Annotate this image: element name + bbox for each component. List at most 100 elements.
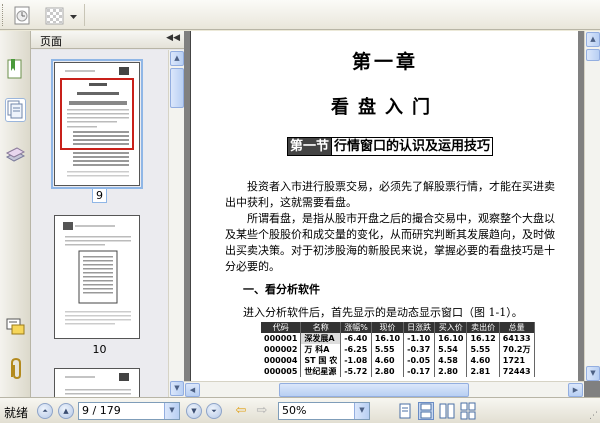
table-header: 现价 bbox=[371, 322, 405, 333]
bookmarks-icon bbox=[7, 59, 22, 79]
attachments-icon bbox=[11, 357, 21, 380]
subsection-heading: 一、看分析软件 bbox=[243, 283, 320, 296]
table-cell: 70.2万 bbox=[499, 344, 535, 355]
forward-button[interactable]: ⇨ bbox=[253, 403, 271, 419]
first-page-button[interactable]: ⏶ bbox=[37, 403, 53, 419]
continuous-view-button[interactable] bbox=[418, 402, 434, 420]
table-row: 000005 世纪星源 -5.72 2.80 -0.17 2.80 2.81 7… bbox=[261, 366, 535, 377]
table-cell: 64133 bbox=[499, 333, 535, 344]
table-cell: 2.80 bbox=[434, 366, 468, 377]
pages-panel-title: 页面 bbox=[40, 35, 62, 48]
scroll-down-icon[interactable]: ▼ bbox=[586, 366, 600, 381]
table-header: 代码 bbox=[261, 322, 302, 333]
table-cell: -6.40 bbox=[340, 333, 372, 344]
status-bar: 就绪 ⏶ ▲ 9 / 179 ▼ ▼ ⏷ ⇦ ⇨ 50% ▼ ⋰ bbox=[0, 397, 600, 423]
bookmarks-tab[interactable] bbox=[5, 58, 26, 82]
thumbnail-page-number: 10 bbox=[92, 343, 107, 356]
page-11-preview bbox=[65, 373, 131, 395]
page-dropdown-icon[interactable]: ▼ bbox=[164, 403, 179, 419]
table-cell: 1721 bbox=[499, 355, 535, 366]
paragraph-2: 所谓看盘，是指从股市开盘之后的撮合交易中，观察整个大盘以及某些个股股价和成交量的… bbox=[225, 212, 555, 273]
pages-tab[interactable] bbox=[5, 98, 26, 122]
continuous-view-icon bbox=[420, 403, 432, 419]
pages-panel: 页面 ◀◀ 9 10 ▲ ▼ bbox=[31, 31, 184, 397]
table-cell: 000001 bbox=[261, 333, 302, 344]
back-icon: ⇦ bbox=[235, 403, 247, 418]
comments-icon bbox=[6, 318, 25, 335]
table-cell: 4.58 bbox=[434, 355, 468, 366]
chapter-heading: 看盘入门 bbox=[331, 97, 439, 118]
scrollbar-thumb[interactable] bbox=[586, 49, 600, 61]
grid-button[interactable] bbox=[41, 3, 67, 27]
table-header-row: 代码 名称 涨幅% 现价 日涨跌 买入价 卖出价 总量 bbox=[261, 322, 535, 333]
back-button[interactable]: ⇦ bbox=[232, 403, 250, 419]
table-cell: 000005 bbox=[261, 366, 302, 377]
thumbnail-page-11[interactable] bbox=[54, 368, 140, 397]
table-row: 000001 深发展A -6.40 16.10 -1.10 16.10 16.1… bbox=[261, 333, 535, 344]
table-cell: -5.72 bbox=[340, 366, 372, 377]
document-vertical-scrollbar[interactable]: ▲ ▼ bbox=[584, 31, 600, 381]
thumbnail-page-10[interactable] bbox=[54, 215, 140, 339]
grid-dropdown[interactable] bbox=[67, 3, 79, 27]
zoom-field[interactable]: 50% ▼ bbox=[278, 402, 370, 420]
facing-view-button[interactable] bbox=[439, 402, 455, 420]
thumbnail-page-number: 9 bbox=[92, 188, 107, 203]
resize-grip-icon[interactable]: ⋰ bbox=[589, 411, 598, 421]
scroll-up-icon[interactable]: ▲ bbox=[170, 51, 184, 66]
scrollbar-thumb[interactable] bbox=[170, 68, 184, 108]
first-page-icon: ⏶ bbox=[42, 407, 48, 415]
collapse-panel-icon[interactable]: ◀◀ bbox=[166, 33, 180, 43]
scroll-up-icon[interactable]: ▲ bbox=[586, 32, 600, 47]
zoom-dropdown-icon[interactable]: ▼ bbox=[354, 403, 369, 419]
scroll-down-icon[interactable]: ▼ bbox=[170, 381, 184, 396]
last-page-button[interactable]: ⏷ bbox=[206, 403, 222, 419]
table-cell: -0.05 bbox=[403, 355, 436, 366]
status-text: 就绪 bbox=[4, 406, 29, 420]
table-cell: 2.80 bbox=[371, 366, 405, 377]
previous-page-button[interactable]: ▲ bbox=[58, 403, 74, 419]
section-title: 第一节 行情窗口的认识及运用技巧 bbox=[287, 135, 494, 156]
next-page-icon: ▼ bbox=[191, 407, 197, 415]
table-cell: 000004 bbox=[261, 355, 302, 366]
document-horizontal-scrollbar[interactable]: ◀ ▶ bbox=[184, 381, 584, 397]
layers-icon bbox=[5, 147, 26, 162]
thumbnail-label-9: 9 bbox=[31, 188, 168, 203]
table-header: 总量 bbox=[499, 322, 535, 333]
thumbnail-list: 9 10 bbox=[31, 50, 168, 397]
pages-icon bbox=[7, 100, 23, 119]
table-cell: 72443 bbox=[499, 366, 535, 377]
zoom-value: 50% bbox=[282, 404, 307, 417]
table-row: 000002 万 科A -6.25 5.55 -0.37 5.54 5.55 7… bbox=[261, 344, 535, 355]
table-cell: -0.17 bbox=[403, 366, 436, 377]
next-page-button[interactable]: ▼ bbox=[186, 403, 202, 419]
pages-panel-header: 页面 ◀◀ bbox=[31, 31, 184, 49]
section-text: 行情窗口的认识及运用技巧 bbox=[332, 137, 494, 156]
table-header: 名称 bbox=[300, 322, 342, 333]
scrollbar-thumb[interactable] bbox=[279, 383, 469, 397]
continuous-facing-view-button[interactable] bbox=[460, 402, 476, 420]
table-cell: -6.25 bbox=[340, 344, 372, 355]
page-number-value: 9 / 179 bbox=[82, 404, 121, 417]
comments-tab[interactable] bbox=[5, 316, 26, 340]
page-9-preview bbox=[60, 67, 134, 177]
scroll-left-icon[interactable]: ◀ bbox=[185, 383, 200, 397]
document-view: 第一章 看盘入门 第一节 行情窗口的认识及运用技巧 投资者入市进行股票交易，必须先… bbox=[184, 31, 600, 397]
history-button[interactable] bbox=[9, 3, 35, 27]
table-cell: 16.10 bbox=[371, 333, 405, 344]
layers-tab[interactable] bbox=[5, 143, 26, 167]
grid-pattern-icon bbox=[45, 7, 64, 25]
table-cell: 世纪星源 bbox=[300, 366, 342, 377]
thumbnail-scrollbar[interactable]: ▲ ▼ bbox=[168, 50, 184, 397]
single-page-view-icon bbox=[399, 403, 411, 419]
attachments-tab[interactable] bbox=[5, 357, 26, 381]
scroll-right-icon[interactable]: ▶ bbox=[568, 383, 583, 397]
thumbnail-page-9[interactable] bbox=[51, 59, 143, 189]
page-number-field[interactable]: 9 / 179 ▼ bbox=[78, 402, 180, 420]
table-cell: 深发展A bbox=[300, 333, 342, 344]
table-row: 000004 ST 国 农 -1.08 4.60 -0.05 4.58 4.60… bbox=[261, 355, 535, 366]
intro-sentence: 进入分析软件后，首先显示的是动态显示窗口（图 1-1）。 bbox=[243, 306, 523, 319]
toolbar-grip[interactable] bbox=[2, 4, 5, 26]
table-cell: 4.60 bbox=[466, 355, 500, 366]
table-header: 日涨跌 bbox=[403, 322, 436, 333]
single-page-view-button[interactable] bbox=[397, 402, 413, 420]
